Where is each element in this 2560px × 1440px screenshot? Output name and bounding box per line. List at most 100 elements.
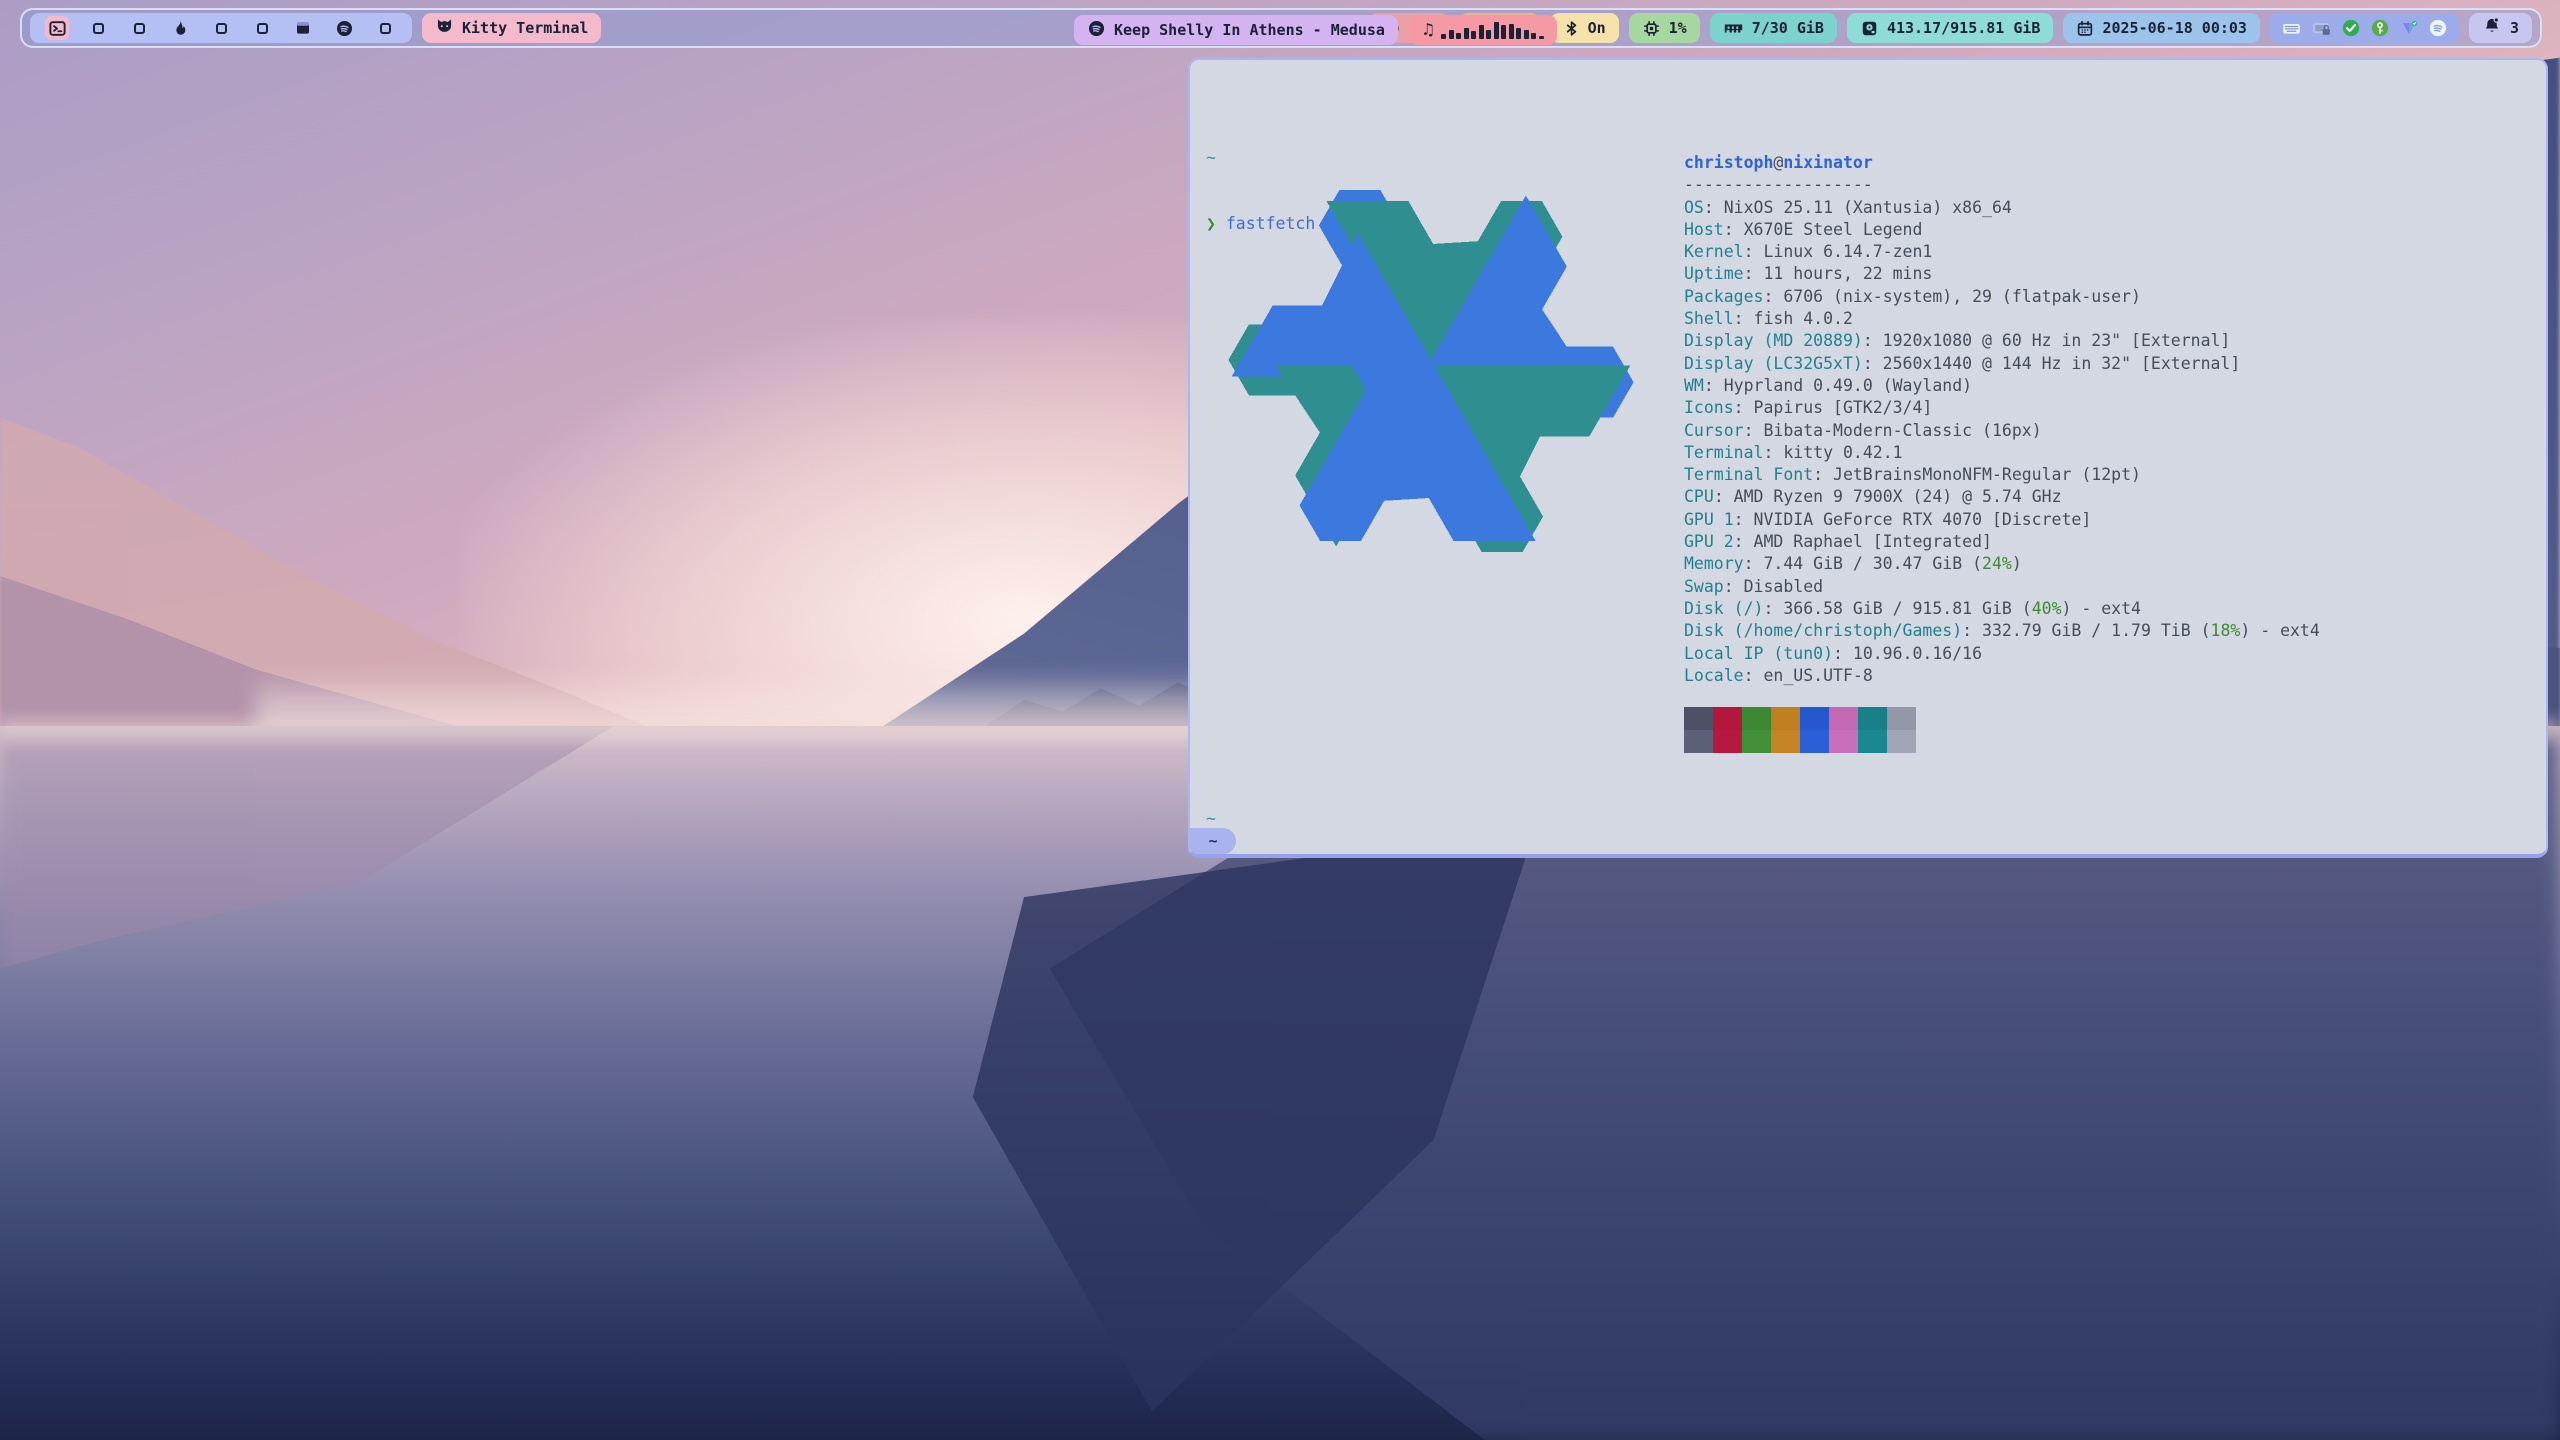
kitty-tab-bar: ~ [1190, 828, 2546, 854]
visualizer-bar [1531, 33, 1536, 39]
fastfetch-line: Display (MD 20889): 1920x1080 @ 60 Hz in… [1684, 330, 2320, 352]
status-disk-value: 413.17/915.81 GiB [1887, 19, 2041, 37]
palette-swatch [1713, 730, 1742, 753]
media-player-module[interactable]: Keep Shelly In Athens - Medusa [1074, 15, 1398, 45]
fastfetch-line: Packages: 6706 (nix-system), 29 (flatpak… [1684, 286, 2320, 308]
spotify-tray-icon[interactable] [2428, 18, 2448, 38]
fastfetch-line: Shell: fish 4.0.2 [1684, 308, 2320, 330]
visualizer-bar [1524, 30, 1529, 39]
workspace-9-square[interactable] [373, 16, 397, 40]
fastfetch-line: Host: X670E Steel Legend [1684, 219, 2320, 241]
fastfetch-line: Swap: Disabled [1684, 576, 2320, 598]
empty-workspace-icon [93, 23, 104, 34]
notification-count: 3 [2510, 19, 2519, 37]
status-module-cpu[interactable]: 1% [1629, 13, 1700, 43]
now-playing-label: Keep Shelly In Athens - Medusa [1114, 21, 1385, 39]
status-module-bluetooth[interactable]: On [1550, 13, 1619, 43]
top-bar: Kitty Terminal Keep Shelly In Athens - M… [20, 8, 2542, 48]
workspace-6-square[interactable] [250, 16, 274, 40]
palette-swatch [1887, 707, 1916, 730]
fastfetch-line: Kernel: Linux 6.14.7-zen1 [1684, 241, 2320, 263]
palette-swatch [1713, 707, 1742, 730]
visualizer-bar [1539, 36, 1544, 39]
fastfetch-line: Terminal Font: JetBrainsMonoNFM-Regular … [1684, 464, 2320, 486]
fastfetch-line: Terminal: kitty 0.42.1 [1684, 442, 2320, 464]
status-cpu-value: 1% [1669, 19, 1687, 37]
visualizer-bar [1494, 22, 1499, 39]
visualizer-bar [1516, 28, 1521, 39]
palette-swatch [1800, 730, 1829, 753]
fastfetch-line: Disk (/home/christoph/Games): 332.79 GiB… [1684, 620, 2320, 642]
status-bluetooth-value: On [1588, 19, 1606, 37]
screen-lock-icon[interactable] [2311, 19, 2332, 38]
hdd-icon [1860, 19, 1879, 38]
check-circle-icon[interactable] [2341, 18, 2361, 38]
fastfetch-line: GPU 1: NVIDIA GeForce RTX 4070 [Discrete… [1684, 509, 2320, 531]
visualizer-bars [1441, 22, 1544, 39]
palette-swatch [1858, 707, 1887, 730]
visualizer-bar [1509, 24, 1514, 39]
key-icon[interactable] [2370, 18, 2390, 38]
visualizer-bar [1464, 28, 1469, 39]
status-clock-value: 2025-06-18 00:03 [2102, 19, 2247, 37]
status-module-disk[interactable]: 413.17/915.81 GiB [1847, 13, 2054, 43]
music-note-icon: ♫ [1423, 22, 1433, 39]
palette-swatch [1742, 707, 1771, 730]
vpn-shield-icon[interactable] [2399, 18, 2419, 38]
bell-icon [2482, 16, 2502, 40]
desktop: { "theme": { "bar_bg": "rgba(138,153,210… [0, 0, 2560, 1440]
spotify-icon [1087, 19, 1106, 42]
fastfetch-line: WM: Hyprland 0.49.0 (Wayland) [1684, 375, 2320, 397]
audio-visualizer-module[interactable]: ♫ [1410, 15, 1557, 45]
fastfetch-line: GPU 2: AMD Raphael [Integrated] [1684, 531, 2320, 553]
notifications-module[interactable]: 3 [2469, 13, 2532, 43]
workspace-1-terminal-active[interactable] [45, 16, 69, 40]
kitty-terminal-window[interactable]: ~ ❯ fastfetch christoph@nixinator-------… [1188, 58, 2548, 858]
empty-workspace-icon [380, 23, 391, 34]
active-window-title[interactable]: Kitty Terminal [422, 13, 601, 43]
fastfetch-line: Cursor: Bibata-Modern-Classic (16px) [1684, 420, 2320, 442]
bar-center-modules: Keep Shelly In Athens - Medusa ♫ [1074, 15, 1557, 45]
workspace-7-window[interactable] [291, 16, 315, 40]
fastfetch-line: ------------------- [1684, 174, 2320, 196]
system-tray [2270, 13, 2459, 43]
keyboard-icon[interactable] [2281, 19, 2302, 38]
workspace-4-flame[interactable] [168, 16, 192, 40]
workspace-2-square[interactable] [86, 16, 110, 40]
palette-swatch [1829, 730, 1858, 753]
cpu-icon [1642, 19, 1661, 38]
palette-swatch [1829, 707, 1858, 730]
palette-swatch [1771, 730, 1800, 753]
palette-swatch [1684, 730, 1713, 753]
empty-workspace-icon [134, 23, 145, 34]
palette-swatch [1771, 707, 1800, 730]
palette-swatch [1684, 707, 1713, 730]
fastfetch-line: Display (LC32G5xT): 2560x1440 @ 144 Hz i… [1684, 353, 2320, 375]
status-module-clock[interactable]: 2025-06-18 00:03 [2063, 13, 2260, 43]
palette-swatch [1742, 730, 1771, 753]
visualizer-bar [1479, 25, 1484, 39]
status-module-memory[interactable]: 7/30 GiB [1710, 13, 1837, 43]
terminal-color-palette [1684, 707, 1916, 753]
workspace-5-square[interactable] [209, 16, 233, 40]
fastfetch-line: Memory: 7.44 GiB / 30.47 GiB (24%) [1684, 553, 2320, 575]
cat-icon [435, 18, 454, 39]
visualizer-bar [1486, 30, 1491, 39]
ram-icon [1723, 19, 1744, 38]
fastfetch-line: CPU: AMD Ryzen 9 7900X (24) @ 5.74 GHz [1684, 486, 2320, 508]
visualizer-bar [1471, 31, 1476, 39]
fastfetch-line: Locale: en_US.UTF-8 [1684, 665, 2320, 687]
prompt-path: ~ [1206, 809, 1216, 828]
workspace-3-square[interactable] [127, 16, 151, 40]
visualizer-bar [1441, 34, 1446, 39]
visualizer-bar [1501, 25, 1506, 39]
fastfetch-line: Icons: Papirus [GTK2/3/4] [1684, 397, 2320, 419]
visualizer-bar [1449, 30, 1454, 39]
fastfetch-output: christoph@nixinator-------------------OS… [1684, 152, 2320, 687]
calendar-icon [2076, 19, 2094, 38]
bluetooth-icon [1563, 19, 1580, 38]
fastfetch-line: Local IP (tun0): 10.96.0.16/16 [1684, 643, 2320, 665]
workspace-8-spotify[interactable] [332, 16, 356, 40]
status-memory-value: 7/30 GiB [1752, 19, 1824, 37]
terminal-tab-active[interactable]: ~ [1190, 828, 1236, 854]
